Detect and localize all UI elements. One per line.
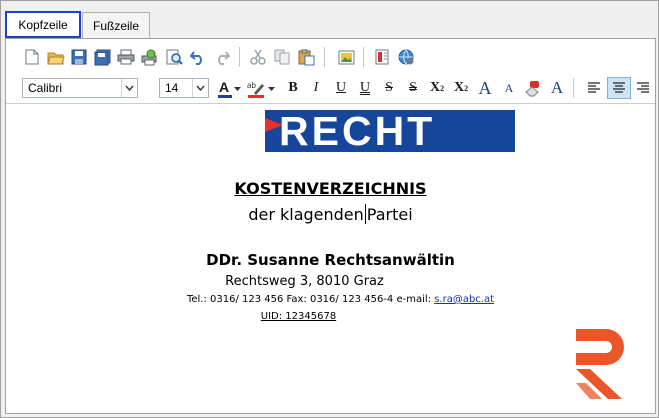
- lawyer-name: DDr. Susanne Rechtsanwältin: [206, 251, 455, 269]
- superscript-mark: 2: [440, 83, 445, 93]
- highlight-color-icon[interactable]: ab: [246, 79, 266, 99]
- r-brand-mark: [576, 329, 624, 399]
- recht-logo: RECHT: [265, 110, 515, 152]
- toolbar-separator: [363, 47, 364, 67]
- toolbar-separator: [573, 78, 574, 98]
- print-icon[interactable]: [116, 47, 136, 67]
- undo-icon[interactable]: [188, 47, 208, 67]
- rich-text-editor: Calibri 14 A ab B I U U S S X 2 X 2 A A …: [5, 38, 656, 414]
- strikethrough-button[interactable]: S: [379, 77, 399, 99]
- subscript-label: X: [453, 80, 465, 95]
- copy-icon[interactable]: [272, 47, 292, 67]
- shrink-font-label: A: [504, 80, 514, 95]
- align-left-icon: [588, 82, 600, 93]
- align-right-icon: [637, 82, 649, 93]
- text-style-button[interactable]: A: [547, 77, 567, 99]
- superscript-label: X: [429, 80, 441, 95]
- svg-text:A: A: [219, 79, 229, 95]
- new-document-icon[interactable]: [22, 47, 42, 67]
- find-icon[interactable]: [164, 47, 184, 67]
- toolbar-separator: [324, 47, 325, 67]
- paste-icon[interactable]: [296, 47, 316, 67]
- svg-text:ab: ab: [247, 81, 256, 90]
- tab-fusszeile-label: Fußzeile: [92, 18, 139, 33]
- logo-text: RECHT: [279, 108, 436, 154]
- text-cursor: [364, 204, 366, 224]
- shrink-font-button[interactable]: A: [499, 77, 519, 99]
- formatting-toolbar: Calibri 14 A ab B I U U S S X 2 X 2 A A …: [6, 73, 655, 104]
- chevron-down-icon[interactable]: [232, 79, 242, 99]
- double-strikethrough-label: S: [409, 80, 417, 95]
- contact-line: Tel.: 0316/ 123 456 Fax: 0316/ 123 456-4…: [16, 294, 659, 305]
- superscript-button[interactable]: X2: [427, 77, 447, 99]
- bold-button[interactable]: B: [283, 77, 303, 99]
- chevron-down-icon[interactable]: [266, 79, 276, 99]
- open-folder-icon[interactable]: [46, 47, 66, 67]
- align-center-icon: [613, 82, 625, 93]
- clear-formatting-icon[interactable]: [523, 79, 543, 99]
- cut-icon[interactable]: [248, 47, 268, 67]
- subtitle-text-before: der klagenden: [248, 205, 364, 224]
- document-subtitle: der klagenden Partei: [6, 204, 655, 224]
- font-family-select[interactable]: Calibri: [22, 78, 138, 98]
- underline-button[interactable]: U: [331, 77, 351, 99]
- redo-icon[interactable]: [212, 47, 232, 67]
- text-style-label: A: [550, 78, 564, 97]
- double-strikethrough-button[interactable]: S: [403, 77, 423, 99]
- double-underline-button[interactable]: U: [355, 77, 375, 99]
- tab-fusszeile[interactable]: Fußzeile: [82, 12, 150, 38]
- strikethrough-label: S: [385, 80, 393, 95]
- print-preview-icon[interactable]: [140, 47, 160, 67]
- lawyer-address: Rechtsweg 3, 8010 Graz: [225, 274, 384, 289]
- subtitle-text-after: Partei: [366, 205, 413, 224]
- insert-link-icon[interactable]: [396, 47, 416, 67]
- chevron-down-icon[interactable]: [192, 79, 208, 97]
- header-footer-editor-window: Kopfzeile Fußzeile Calibri 14 A ab B I U…: [0, 0, 659, 418]
- tab-kopfzeile[interactable]: Kopfzeile: [5, 11, 81, 38]
- insert-image-icon[interactable]: [336, 47, 356, 67]
- save-icon[interactable]: [69, 47, 89, 67]
- double-underline-label: U: [359, 80, 371, 95]
- contact-text: Tel.: 0316/ 123 456 Fax: 0316/ 123 456-4…: [186, 294, 432, 305]
- subscript-button[interactable]: X2: [451, 77, 471, 99]
- align-left-button[interactable]: [584, 77, 604, 99]
- font-size-select[interactable]: 14: [159, 78, 209, 98]
- grow-font-label: A: [478, 77, 492, 98]
- toolbar-separator: [239, 47, 240, 67]
- email-link[interactable]: s.ra@abc.at: [434, 294, 494, 305]
- save-all-icon[interactable]: [92, 47, 112, 67]
- document-body[interactable]: RECHT KOSTENVERZEICHNIS der klagenden Par…: [6, 104, 655, 413]
- insert-page-icon[interactable]: [372, 47, 392, 67]
- chevron-down-icon[interactable]: [121, 79, 137, 97]
- uid-line: UID: 12345678: [260, 311, 337, 322]
- subscript-mark: 2: [464, 83, 469, 93]
- font-family-value: Calibri: [28, 81, 63, 95]
- document-title: KOSTENVERZEICHNIS: [234, 179, 427, 198]
- italic-button[interactable]: I: [306, 77, 326, 99]
- grow-font-button[interactable]: A: [475, 77, 495, 99]
- align-right-button[interactable]: [633, 77, 653, 99]
- underline-label: U: [335, 80, 347, 95]
- italic-label: I: [313, 80, 319, 95]
- font-size-value: 14: [165, 81, 179, 95]
- standard-toolbar: [6, 39, 655, 73]
- align-center-button[interactable]: [607, 77, 631, 99]
- tab-kopfzeile-label: Kopfzeile: [18, 17, 68, 32]
- bold-label: B: [288, 80, 298, 95]
